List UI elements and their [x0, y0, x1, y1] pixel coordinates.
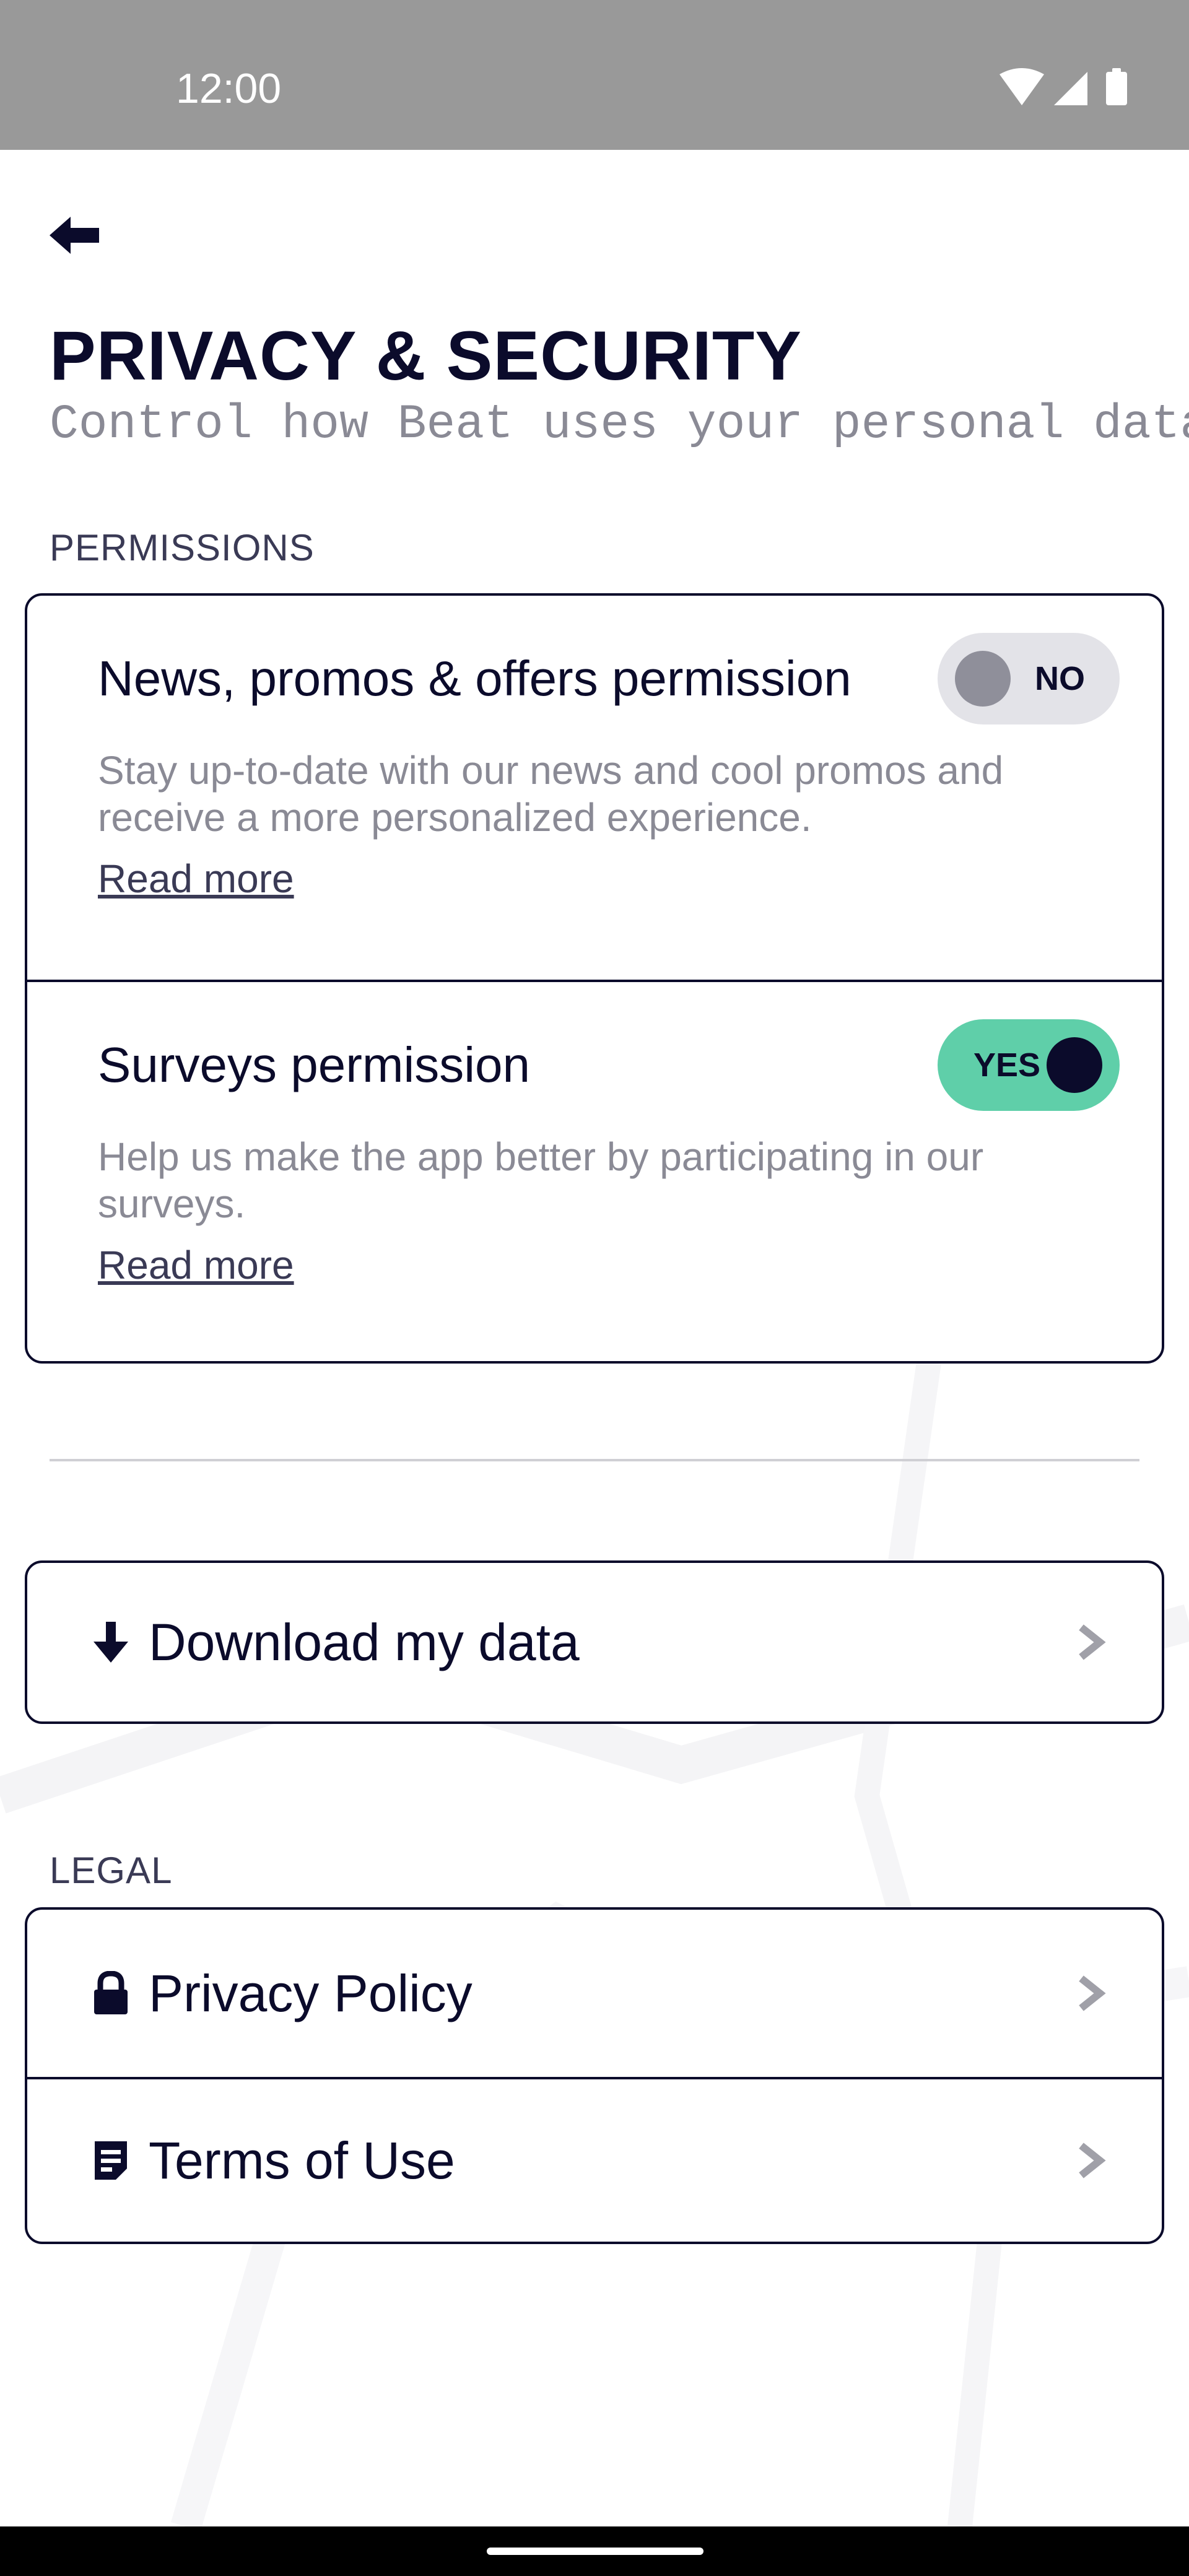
permission-description: Help us make the app better by participa…: [98, 1134, 984, 1226]
download-icon: [89, 1617, 133, 1667]
read-more-link[interactable]: Read more: [98, 856, 294, 902]
home-gesture-handle[interactable]: [487, 2548, 703, 2555]
permissions-card: News, promos & offers permission NO Stay…: [25, 593, 1164, 1364]
chevron-right-icon: [1079, 1975, 1106, 2011]
battery-icon: [1106, 68, 1127, 105]
back-button[interactable]: [43, 204, 105, 266]
status-time: 12:00: [176, 65, 282, 112]
document-icon: [89, 2136, 133, 2185]
page-title: PRIVACY & SECURITY: [50, 317, 802, 394]
status-icons: [1000, 68, 1127, 105]
wifi-icon: [1000, 68, 1044, 105]
toggle-knob: [1047, 1037, 1102, 1093]
page-subtitle: Control how Beat uses your personal data…: [50, 398, 1189, 452]
permission-title: Surveys permission: [98, 1037, 531, 1092]
download-data-label: Download my data: [149, 1612, 580, 1671]
section-divider: [50, 1459, 1139, 1461]
privacy-policy-item[interactable]: Privacy Policy: [27, 1910, 1162, 2077]
terms-of-use-label: Terms of Use: [149, 2131, 455, 2190]
status-bar: 12:00: [0, 0, 1189, 150]
permissions-section-label: PERMISSIONS: [50, 527, 315, 568]
download-data-button[interactable]: Download my data: [27, 1563, 1162, 1721]
news-promos-toggle[interactable]: NO: [938, 633, 1120, 724]
surveys-toggle[interactable]: YES: [938, 1019, 1120, 1111]
read-more-link[interactable]: Read more: [98, 1242, 294, 1288]
permission-description: Stay up-to-date with our news and cool p…: [98, 748, 1004, 840]
signal-icon: [1054, 72, 1087, 105]
toggle-label: YES: [973, 1046, 1041, 1084]
privacy-policy-label: Privacy Policy: [149, 1964, 473, 2022]
toggle-knob: [955, 651, 1011, 707]
permission-title: News, promos & offers permission: [98, 651, 851, 706]
privacy-security-screen: 12:00 PRIVACY & SECURITY Control how Bea…: [0, 0, 1189, 2576]
toggle-label: NO: [1035, 660, 1085, 697]
system-navigation-bar: [0, 2526, 1189, 2576]
news-promos-permission: News, promos & offers permission NO Stay…: [27, 596, 1162, 980]
chevron-right-icon: [1079, 1624, 1106, 1660]
lock-icon: [89, 1969, 133, 2018]
terms-of-use-item[interactable]: Terms of Use: [27, 2077, 1162, 2242]
chevron-right-icon: [1079, 2143, 1106, 2178]
surveys-permission: Surveys permission YES Help us make the …: [27, 980, 1162, 1361]
back-arrow-icon: [50, 217, 99, 254]
legal-section-label: LEGAL: [50, 1850, 173, 1891]
legal-card: Privacy Policy Terms of Use: [25, 1907, 1164, 2244]
download-data-card: Download my data: [25, 1560, 1164, 1724]
